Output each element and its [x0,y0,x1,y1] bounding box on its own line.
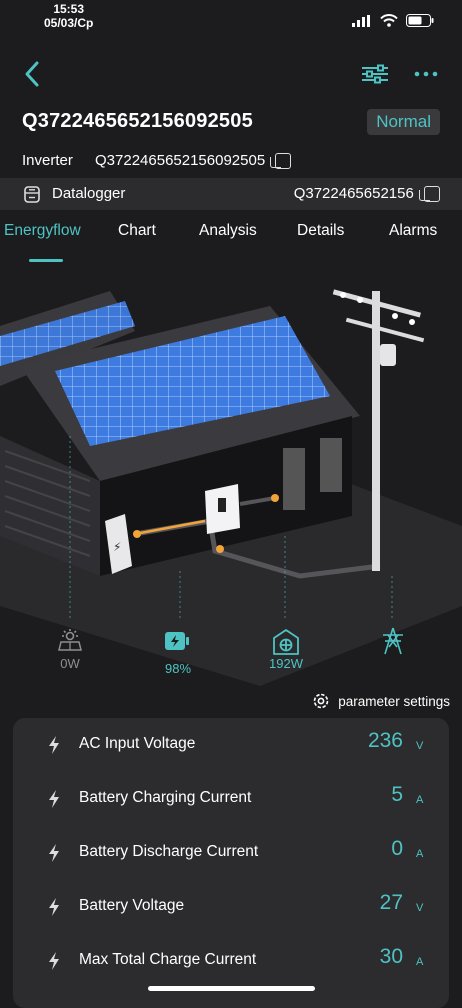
datalogger-label: Datalogger [52,185,126,202]
tab-alarms[interactable]: Alarms [389,222,437,240]
parameter-label: Max Total Charge Current [79,951,257,968]
inverter-serial-row: Q3722465652156092505 [95,152,292,170]
home-indicator[interactable] [148,986,315,991]
filter-settings-button[interactable] [360,63,394,87]
status-bar: 15:53 05/03/Ср [0,0,462,40]
inverter-serial: Q3722465652156092505 [95,152,266,169]
energy-flow-illustration: ⚡ [0,289,462,686]
copy-icon[interactable] [270,153,292,170]
solar-power-value: 0W [60,656,80,671]
svg-text:⚡: ⚡ [113,540,121,554]
load-power-value: 192W [269,656,303,671]
tab-bar: Energyflow Chart Analysis Details Alarms [0,222,462,264]
cellular-signal-icon [352,14,370,27]
parameter-unit: V [416,902,424,914]
datalogger-serial: Q3722465652156 [293,185,414,202]
parameter-value: 5 [391,783,403,806]
more-dots-icon [414,71,438,77]
solar-panel-icon [58,629,82,651]
gear-icon [313,693,329,709]
battery-status-icon [406,14,434,27]
lightning-icon [49,736,59,754]
parameter-unit: V [416,740,424,752]
tab-analysis[interactable]: Analysis [199,222,257,240]
list-item: AC Input Voltage 236 V [13,718,449,772]
parameter-settings-link[interactable]: parameter settings [312,692,450,710]
lightning-icon [49,790,59,808]
battery-soc-value: 98% [164,661,192,676]
datalogger-icon [24,186,40,203]
list-item: Max Total Charge Current 30 A [13,934,449,988]
tab-energyflow[interactable]: Energyflow [4,222,81,240]
status-date-text: 05/03/Ср [44,16,94,30]
home-load-icon [273,629,299,655]
datalogger-bar: Datalogger Q3722465652156 [0,178,462,210]
inverter-label: Inverter [22,152,73,169]
parameter-value: 30 [379,945,403,968]
tab-details[interactable]: Details [297,222,344,240]
lightning-icon [49,898,59,916]
nav-bar [0,55,462,95]
parameter-unit: A [416,956,424,968]
more-options-button[interactable] [412,63,446,87]
parameter-value: 0 [391,837,403,860]
status-badge: Normal [367,109,440,135]
battery-charging-icon [165,632,189,650]
status-icons [352,14,434,27]
list-item: Battery Discharge Current 0 A [13,826,449,880]
parameter-value: 27 [379,891,403,914]
device-title: Q3722465652156092505 [22,110,253,132]
lightning-icon [49,844,59,862]
list-item: Battery Voltage 27 V [13,880,449,934]
status-time: 15:53 05/03/Ср [44,2,93,30]
wifi-icon [380,14,398,27]
datalogger-serial-row: Q3722465652156 [293,185,440,203]
parameter-label: Battery Discharge Current [79,843,259,860]
parameter-label: AC Input Voltage [79,735,196,752]
parameter-value: 236 [367,729,403,752]
back-button[interactable] [22,59,48,89]
parameter-label: Battery Charging Current [79,789,252,806]
power-tower-icon [383,627,403,655]
parameter-unit: A [416,794,424,806]
copy-icon[interactable] [419,186,440,203]
sliders-icon [362,64,388,84]
list-item: Battery Charging Current 5 A [13,772,449,826]
parameter-label: Battery Voltage [79,897,185,914]
active-tab-indicator [29,259,63,262]
parameter-unit: A [416,848,424,860]
lightning-icon [49,952,59,970]
chevron-left-icon [25,61,39,87]
parameter-settings-label: parameter settings [338,693,450,709]
status-time-text: 15:53 [53,2,85,16]
tab-chart[interactable]: Chart [118,222,156,240]
parameters-card: AC Input Voltage 236 V Battery Charging … [13,718,449,1008]
